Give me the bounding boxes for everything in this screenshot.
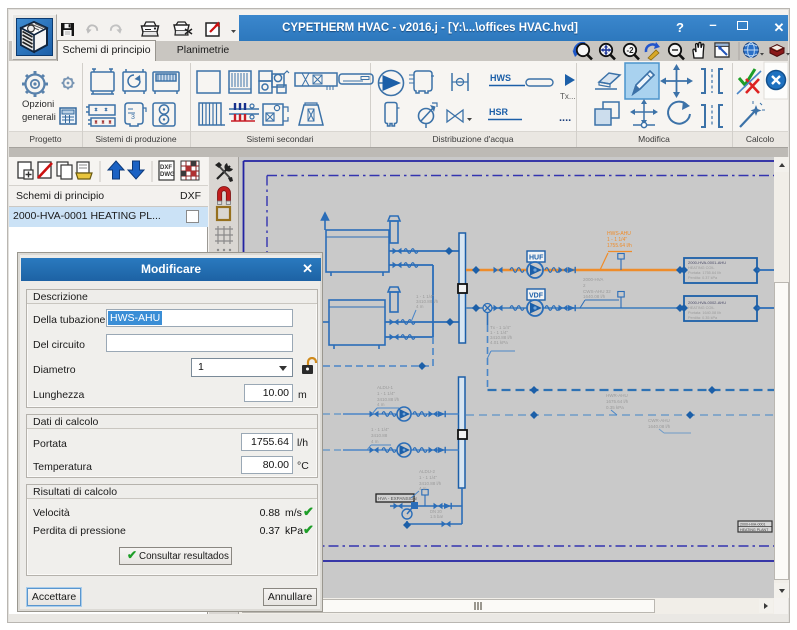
svg-text:1 - 1 1/4": 1 - 1 1/4" <box>377 391 396 396</box>
svg-text:Tx...: Tx... <box>560 92 576 101</box>
svg-text:HVA - EXPANSION: HVA - EXPANSION <box>378 496 417 501</box>
svg-text:Perdita: 0.35 kPa: Perdita: 0.35 kPa <box>688 316 718 320</box>
svg-text:1 - 1 1/4": 1 - 1 1/4" <box>419 475 438 480</box>
svg-text:HSR: HSR <box>489 107 509 117</box>
svg-text:HUF: HUF <box>529 255 544 262</box>
svg-text:0.35 kPa: 0.35 kPa <box>606 405 624 410</box>
svg-text:....: .... <box>559 112 571 124</box>
svg-text:HEATING PLANT: HEATING PLANT <box>740 528 769 532</box>
svg-text:4 m: 4 m <box>416 304 424 309</box>
svg-text:4 m: 4 m <box>419 486 427 491</box>
svg-text:1755.64 l/h: 1755.64 l/h <box>607 243 632 249</box>
svg-text:VDF: VDF <box>529 293 544 300</box>
svg-text:DWG: DWG <box>160 172 175 178</box>
svg-text:1640.08 l/h: 1640.08 l/h <box>583 294 606 299</box>
svg-text:2000-HVA-0001-AHU: 2000-HVA-0001-AHU <box>688 260 726 265</box>
svg-text:ALDU-2: ALDU-2 <box>419 469 436 474</box>
svg-text:HEATING COIL: HEATING COIL <box>688 306 715 310</box>
svg-text:4 m: 4 m <box>377 402 385 407</box>
svg-text:3410.88: 3410.88 <box>371 433 388 438</box>
svg-text:HEATING COIL: HEATING COIL <box>688 266 715 270</box>
svg-text:HWR-AHU: HWR-AHU <box>606 393 628 398</box>
svg-text:ALDU-1: ALDU-1 <box>377 385 394 390</box>
svg-text:3: 3 <box>131 114 135 121</box>
svg-text:4 m: 4 m <box>371 439 379 444</box>
svg-text:CWR-AHU: CWR-AHU <box>648 418 670 423</box>
svg-text:4.01 kPa: 4.01 kPa <box>490 340 508 345</box>
svg-text:DXF: DXF <box>160 165 172 171</box>
svg-text:1 - 1 1/4": 1 - 1 1/4" <box>371 427 390 432</box>
svg-text:HWS: HWS <box>490 73 511 83</box>
svg-text:2000-HVA-0002-AHU: 2000-HVA-0002-AHU <box>688 300 726 305</box>
svg-text:1675.64 l/h: 1675.64 l/h <box>606 399 629 404</box>
svg-text:2000-HVA-0001: 2000-HVA-0001 <box>740 523 766 527</box>
svg-text:Portata: 1755.64 l/h: Portata: 1755.64 l/h <box>688 271 721 275</box>
svg-text:Portata: 1640.08 l/h: Portata: 1640.08 l/h <box>688 311 721 315</box>
svg-text:-2: -2 <box>627 46 635 55</box>
svg-text:1.5 bar: 1.5 bar <box>430 514 444 519</box>
svg-text:2000-HVA: 2000-HVA <box>583 277 603 282</box>
svg-text:Perdita: 0.37 kPa: Perdita: 0.37 kPa <box>688 276 718 280</box>
svg-text:1640.08 l/h: 1640.08 l/h <box>648 424 671 429</box>
svg-text:2: 2 <box>583 283 586 288</box>
